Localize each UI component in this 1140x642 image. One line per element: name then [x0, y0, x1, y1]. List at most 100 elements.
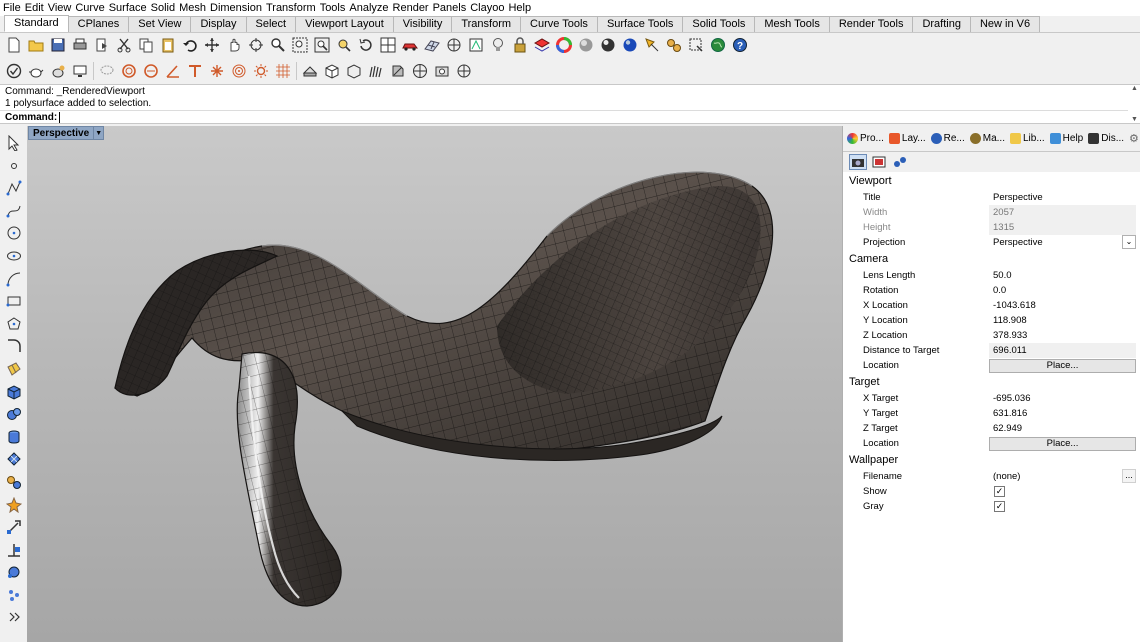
four-viewports-icon[interactable]	[379, 36, 397, 54]
mesh-icon[interactable]	[5, 450, 23, 468]
tab-standard[interactable]: Standard	[4, 15, 69, 32]
tab-visibility[interactable]: Visibility	[392, 16, 453, 32]
transform-icon[interactable]	[5, 541, 23, 559]
tab-select[interactable]: Select	[245, 16, 297, 32]
x-target-field[interactable]: -695.036	[989, 391, 1136, 406]
cylinder-icon[interactable]	[5, 428, 23, 446]
polyline-icon[interactable]	[5, 179, 23, 197]
concentric-icon[interactable]	[230, 62, 248, 80]
decal-icon[interactable]	[389, 62, 407, 80]
car-icon[interactable]	[401, 36, 419, 54]
import-icon[interactable]	[93, 36, 111, 54]
target-place-button[interactable]: Place...	[989, 437, 1136, 451]
circle-icon[interactable]	[5, 224, 23, 242]
options-gears-icon[interactable]	[665, 36, 683, 54]
viewport-title-bar[interactable]: Perspective ▼	[28, 126, 105, 140]
tab-materials[interactable]: Ma...	[969, 133, 1005, 144]
tab-display[interactable]: Dis...	[1088, 133, 1124, 144]
z-location-field[interactable]: 378.933	[989, 328, 1136, 343]
rotate-view-icon[interactable]	[247, 36, 265, 54]
box-icon[interactable]	[323, 62, 341, 80]
grass-icon[interactable]	[367, 62, 385, 80]
lightbulb-icon[interactable]	[489, 36, 507, 54]
surface-icon[interactable]	[5, 360, 23, 378]
menu-mesh[interactable]: Mesh	[179, 0, 210, 16]
object-page-icon[interactable]	[891, 154, 909, 170]
show-checkbox[interactable]: ✓	[994, 485, 1005, 497]
menu-tools[interactable]: Tools	[320, 0, 350, 16]
command-scrollbar[interactable]: ▲ ▼	[1129, 85, 1140, 123]
panel-gear-icon[interactable]: ⚙	[1129, 132, 1139, 145]
camera-page-icon[interactable]	[849, 154, 867, 170]
tab-properties[interactable]: Pro...	[847, 133, 884, 144]
scroll-up-icon[interactable]: ▲	[1131, 85, 1138, 92]
zoom-window-icon[interactable]	[291, 36, 309, 54]
menu-clayoo[interactable]: Clayoo	[470, 0, 508, 16]
tab-new-in-v6[interactable]: New in V6	[969, 16, 1041, 32]
shaded-sphere-icon[interactable]	[577, 36, 595, 54]
gray-checkbox[interactable]: ✓	[994, 500, 1005, 512]
lens-length-field[interactable]: 50.0	[989, 268, 1136, 283]
fillet-icon[interactable]	[5, 337, 23, 355]
hand-icon[interactable]	[225, 36, 243, 54]
undo-view-icon[interactable]	[357, 36, 375, 54]
undo-icon[interactable]	[181, 36, 199, 54]
box-outline-icon[interactable]	[345, 62, 363, 80]
x-location-field[interactable]: -1043.618	[989, 298, 1136, 313]
monitor-icon[interactable]	[71, 62, 89, 80]
rotation-field[interactable]: 0.0	[989, 283, 1136, 298]
menu-render[interactable]: Render	[393, 0, 433, 16]
save-icon[interactable]	[49, 36, 67, 54]
browse-button[interactable]: ...	[1122, 469, 1136, 483]
scroll-down-icon[interactable]: ▼	[1131, 116, 1138, 123]
tab-solid-tools[interactable]: Solid Tools	[682, 16, 756, 32]
solid-spheres-icon[interactable]	[5, 405, 23, 423]
menu-panels[interactable]: Panels	[433, 0, 471, 16]
menu-dimension[interactable]: Dimension	[210, 0, 266, 16]
solid-box-icon[interactable]	[5, 383, 23, 401]
tab-set-view[interactable]: Set View	[128, 16, 192, 32]
gumball-icon[interactable]	[455, 62, 473, 80]
menu-transform[interactable]: Transform	[266, 0, 320, 16]
projection-select[interactable]: Perspective ⌄	[989, 235, 1136, 250]
tab-render-tools[interactable]: Render Tools	[828, 16, 914, 32]
cplane-grid-icon[interactable]	[423, 36, 441, 54]
environment-icon[interactable]	[411, 62, 429, 80]
menu-solid[interactable]: Solid	[151, 0, 179, 16]
menu-curve[interactable]: Curve	[75, 0, 108, 16]
sun-icon[interactable]	[252, 62, 270, 80]
tab-viewport-layout[interactable]: Viewport Layout	[295, 16, 394, 32]
tab-help[interactable]: Help	[1049, 133, 1083, 144]
globe-icon[interactable]	[709, 36, 727, 54]
menu-edit[interactable]: Edit	[25, 0, 48, 16]
menu-analyze[interactable]: Analyze	[349, 0, 392, 16]
paste-icon[interactable]	[159, 36, 177, 54]
viewport-title[interactable]: Perspective	[29, 128, 93, 139]
view-standard-icon[interactable]	[467, 36, 485, 54]
cap-icon[interactable]	[301, 62, 319, 80]
render-sphere-icon[interactable]	[621, 36, 639, 54]
layer-icon[interactable]	[533, 36, 551, 54]
menu-surface[interactable]: Surface	[109, 0, 151, 16]
tab-libraries[interactable]: Lib...	[1009, 133, 1045, 144]
move-icon[interactable]	[5, 518, 23, 536]
spotlight-icon[interactable]	[643, 36, 661, 54]
teapot-icon[interactable]	[27, 62, 45, 80]
cut-icon[interactable]	[115, 36, 133, 54]
filename-field[interactable]: (none)...	[989, 469, 1136, 484]
help-icon[interactable]: ?	[731, 36, 749, 54]
menu-view[interactable]: View	[48, 0, 76, 16]
asterisk-icon[interactable]	[208, 62, 226, 80]
viewport-page-icon[interactable]	[870, 154, 888, 170]
tab-transform[interactable]: Transform	[451, 16, 522, 32]
tab-display[interactable]: Display	[190, 16, 247, 32]
analyze-icon[interactable]	[5, 563, 23, 581]
zoom-extents-icon[interactable]	[313, 36, 331, 54]
tab-surface-tools[interactable]: Surface Tools	[596, 16, 684, 32]
target-circle-icon[interactable]	[142, 62, 160, 80]
point-icon[interactable]	[5, 157, 23, 175]
select-window-icon[interactable]	[687, 36, 705, 54]
tab-cplanes[interactable]: CPlanes	[67, 16, 130, 32]
zoom-selected-icon[interactable]	[335, 36, 353, 54]
y-target-field[interactable]: 631.816	[989, 406, 1136, 421]
